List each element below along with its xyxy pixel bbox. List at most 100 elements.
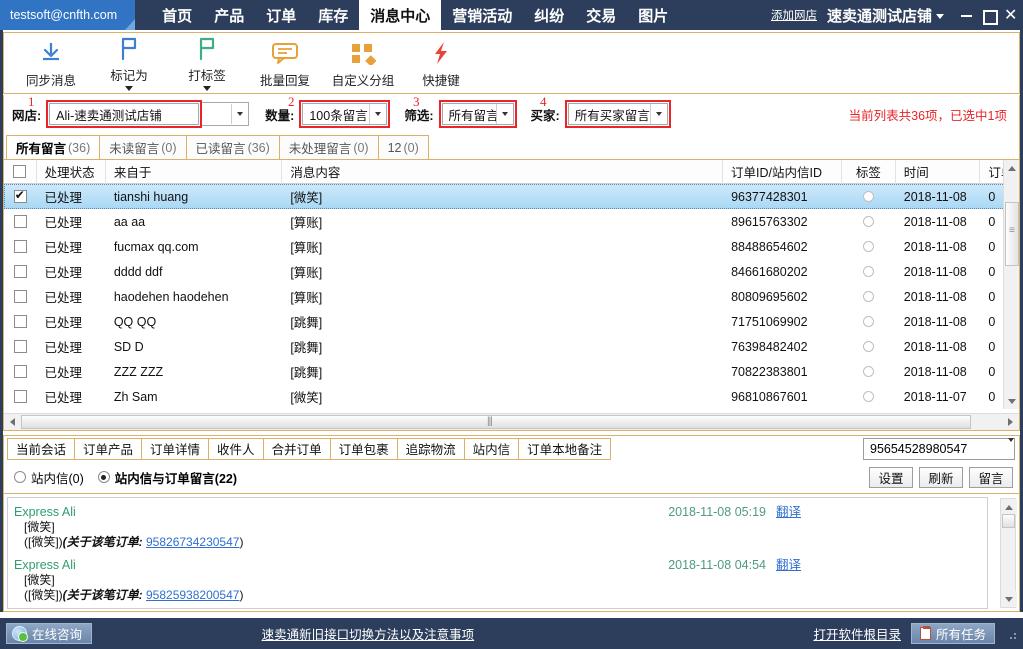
message-tab-2[interactable]: 已读留言 (36): [185, 135, 280, 159]
radio-station-messages[interactable]: 站内信(0): [14, 468, 84, 487]
nav-item-4[interactable]: 消息中心: [359, 0, 442, 30]
refresh-button[interactable]: 刷新: [919, 466, 963, 488]
scroll-down-icon[interactable]: [1001, 591, 1017, 607]
row-checkbox[interactable]: [13, 290, 27, 303]
toolbar-button-5[interactable]: 快捷键: [402, 35, 480, 91]
detail-tab-1[interactable]: 订单产品: [74, 437, 143, 460]
maximize-icon[interactable]: [982, 9, 998, 25]
resize-grip-icon[interactable]: [1005, 628, 1017, 640]
scroll-up-icon[interactable]: [1001, 499, 1017, 515]
nav-item-7[interactable]: 交易: [575, 0, 627, 30]
row-checkbox-cell[interactable]: [4, 334, 37, 359]
column-header-time[interactable]: 时间: [896, 160, 981, 184]
grid-cell-tag[interactable]: [842, 184, 896, 209]
nav-item-2[interactable]: 订单: [255, 0, 307, 30]
message-order-id-link[interactable]: 95825938200547: [146, 588, 239, 602]
detail-tab-5[interactable]: 订单包裹: [329, 437, 398, 460]
horizontal-scroll-thumb[interactable]: [21, 414, 971, 429]
row-checkbox-cell[interactable]: [4, 309, 37, 334]
table-row[interactable]: 已处理 ZZZ ZZZ [跳舞] 70822383801 2018-11-08 0: [4, 359, 1019, 384]
conversation-list[interactable]: Express Ali 2018-11-08 05:19 翻译 [微笑] ([微笑])(…: [7, 497, 988, 609]
column-header-message[interactable]: 消息内容: [282, 160, 723, 184]
row-checkbox[interactable]: [13, 188, 27, 203]
grid-cell-tag[interactable]: [842, 309, 896, 334]
row-checkbox[interactable]: [13, 390, 27, 403]
scroll-right-icon[interactable]: [1002, 414, 1019, 431]
shop-filter-combo[interactable]: Ali-速卖通测试店铺: [49, 103, 200, 125]
toolbar-button-0[interactable]: 同步消息: [12, 35, 90, 91]
settings-button[interactable]: 设置: [869, 466, 913, 488]
table-row[interactable]: 已处理 haodehen haodehen [算账] 80809695602 2018-…: [4, 284, 1019, 309]
table-row[interactable]: 已处理 dddd ddf [算账] 84661680202 2018-11-08 0: [4, 259, 1019, 284]
message-tab-3[interactable]: 未处理留言 (0): [278, 135, 379, 159]
grid-vertical-scrollbar[interactable]: [1003, 160, 1019, 409]
detail-tab-4[interactable]: 合并订单: [262, 437, 331, 460]
online-chat-button[interactable]: 在线咨询: [6, 623, 93, 644]
row-checkbox-cell[interactable]: [4, 209, 37, 234]
nav-item-8[interactable]: 图片: [627, 0, 679, 30]
row-checkbox[interactable]: [13, 315, 27, 328]
grid-cell-tag[interactable]: [842, 384, 896, 409]
toolbar-button-1[interactable]: 标记为: [90, 35, 168, 91]
detail-tab-7[interactable]: 站内信: [463, 437, 520, 460]
conversation-scroll-thumb[interactable]: [1002, 514, 1015, 528]
shop-filter-dropdown-button[interactable]: [202, 102, 250, 126]
detail-tab-0[interactable]: 当前会话: [7, 437, 76, 460]
add-shop-link[interactable]: 添加网店: [771, 7, 817, 23]
table-row[interactable]: 已处理 fucmax qq.com [算账] 88488654602 2018-11-0…: [4, 234, 1019, 259]
grid-cell-tag[interactable]: [842, 334, 896, 359]
buyer-filter-combo[interactable]: 所有买家留言: [567, 103, 668, 125]
shop-selector[interactable]: 速卖通测试店铺: [827, 5, 944, 26]
scroll-left-icon[interactable]: [4, 414, 21, 431]
radio-station-and-order-messages[interactable]: 站内信与订单留言(22): [97, 468, 237, 487]
table-row[interactable]: 已处理 tianshi huang [微笑] 96377428301 2018-11-0…: [4, 184, 1019, 209]
row-checkbox-cell[interactable]: [4, 234, 37, 259]
detail-tab-2[interactable]: 订单详情: [141, 437, 210, 460]
open-root-dir-link[interactable]: 打开软件根目录: [813, 624, 901, 643]
grid-cell-tag[interactable]: [842, 234, 896, 259]
row-checkbox[interactable]: [13, 240, 27, 253]
table-row[interactable]: 已处理 Zh Sam [微笑] 96810867601 2018-11-07 0: [4, 384, 1019, 409]
row-checkbox-cell[interactable]: [4, 184, 37, 209]
translate-link[interactable]: 翻译: [776, 501, 801, 520]
screen-filter-combo[interactable]: 所有留言: [441, 103, 514, 125]
nav-item-3[interactable]: 库存: [307, 0, 359, 30]
message-button[interactable]: 留言: [969, 466, 1013, 488]
horizontal-scroll-track[interactable]: [21, 414, 1002, 431]
column-header-from[interactable]: 来自于: [106, 160, 283, 184]
message-order-id-link[interactable]: 95826734230547: [146, 535, 239, 549]
grid-cell-tag[interactable]: [842, 359, 896, 384]
message-tab-0[interactable]: 所有留言 (36): [6, 135, 101, 159]
detail-tab-3[interactable]: 收件人: [208, 437, 264, 460]
scroll-down-icon[interactable]: [1004, 393, 1019, 409]
column-header-status[interactable]: 处理状态: [37, 160, 106, 184]
scroll-up-icon[interactable]: [1004, 160, 1019, 176]
nav-item-5[interactable]: 营销活动: [441, 0, 523, 30]
detail-tab-6[interactable]: 追踪物流: [396, 437, 465, 460]
nav-item-0[interactable]: 首页: [151, 0, 203, 30]
message-tab-1[interactable]: 未读留言 (0): [99, 135, 187, 159]
grid-cell-tag[interactable]: [842, 284, 896, 309]
detail-order-id-combo[interactable]: 95654528980547: [863, 437, 1015, 460]
message-tab-4[interactable]: 12 (0): [377, 135, 429, 159]
minimize-icon[interactable]: [960, 9, 973, 22]
column-header-tag[interactable]: 标签: [842, 160, 896, 184]
toolbar-button-3[interactable]: 批量回复: [246, 35, 324, 91]
conversation-vertical-scrollbar[interactable]: [1000, 498, 1017, 608]
count-filter-combo[interactable]: 100条留言: [302, 103, 388, 125]
row-checkbox[interactable]: [13, 265, 27, 278]
translate-link[interactable]: 翻译: [776, 554, 801, 573]
column-header-order-id[interactable]: 订单ID/站内信ID: [723, 160, 843, 184]
row-checkbox-cell[interactable]: [4, 384, 37, 409]
row-checkbox-cell[interactable]: [4, 259, 37, 284]
detail-tab-8[interactable]: 订单本地备注: [518, 437, 612, 460]
nav-item-1[interactable]: 产品: [203, 0, 255, 30]
row-checkbox-cell[interactable]: [4, 359, 37, 384]
all-tasks-button[interactable]: 所有任务: [910, 623, 995, 644]
row-checkbox-cell[interactable]: [4, 284, 37, 309]
nav-item-6[interactable]: 纠纷: [523, 0, 575, 30]
table-row[interactable]: 已处理 QQ QQ [跳舞] 71751069902 2018-11-08 0: [4, 309, 1019, 334]
vertical-scroll-thumb[interactable]: [1005, 202, 1019, 266]
toolbar-button-2[interactable]: 打标签: [168, 35, 246, 91]
api-switch-link[interactable]: 速卖通新旧接口切换方法以及注意事项: [262, 624, 475, 643]
